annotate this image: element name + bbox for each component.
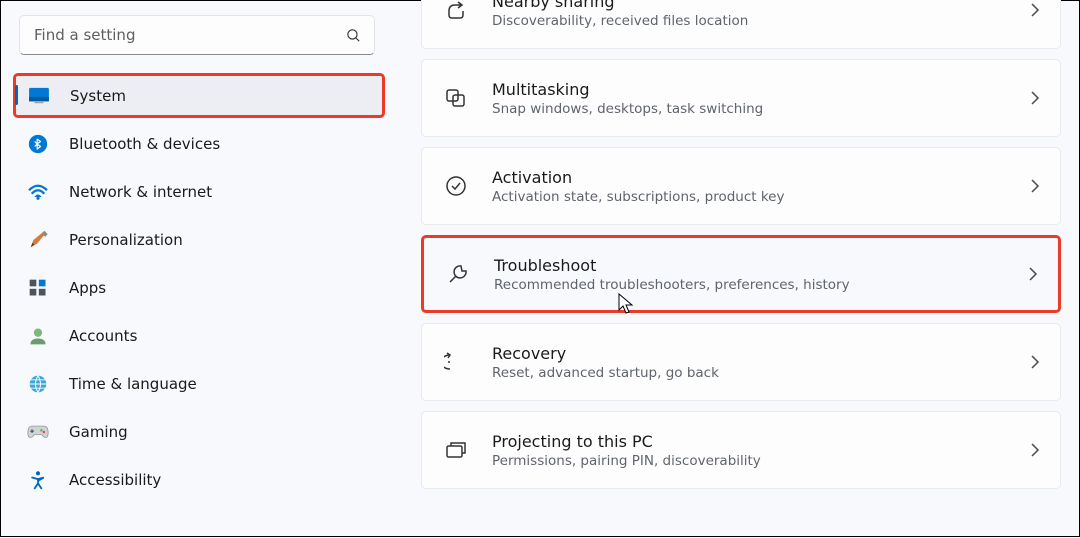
projecting-icon — [444, 438, 468, 462]
card-troubleshoot[interactable]: Troubleshoot Recommended troubleshooters… — [421, 235, 1061, 313]
card-projecting[interactable]: Projecting to this PC Permissions, pairi… — [421, 411, 1061, 489]
bluetooth-icon — [27, 133, 49, 155]
card-desc: Discoverability, received files location — [492, 13, 1006, 29]
card-title: Activation — [492, 168, 1006, 187]
card-texts: Nearby sharing Discoverability, received… — [492, 0, 1006, 29]
nav-label: System — [70, 87, 126, 105]
card-desc: Reset, advanced startup, go back — [492, 365, 1006, 381]
accessibility-icon — [27, 469, 49, 491]
network-icon — [27, 181, 49, 203]
share-icon — [444, 0, 468, 22]
search-input[interactable] — [34, 26, 345, 44]
apps-icon — [27, 277, 49, 299]
chevron-right-icon — [1030, 2, 1040, 18]
card-desc: Snap windows, desktops, task switching — [492, 101, 1006, 117]
card-desc: Activation state, subscriptions, product… — [492, 189, 1006, 205]
nav-label: Bluetooth & devices — [69, 135, 220, 153]
card-desc: Recommended troubleshooters, preferences… — [494, 277, 1004, 293]
sidebar: System Bluetooth & devices Network & int… — [1, 1, 393, 538]
card-title: Nearby sharing — [492, 0, 1006, 11]
nav-item-gaming[interactable]: Gaming — [15, 409, 383, 454]
chevron-right-icon — [1030, 442, 1040, 458]
search-box[interactable] — [19, 15, 375, 55]
chevron-right-icon — [1028, 266, 1038, 282]
nav-item-personalization[interactable]: Personalization — [15, 217, 383, 262]
nav-item-accounts[interactable]: Accounts — [15, 313, 383, 358]
card-title: Multitasking — [492, 80, 1006, 99]
accounts-icon — [27, 325, 49, 347]
multitasking-icon — [444, 86, 468, 110]
chevron-right-icon — [1030, 178, 1040, 194]
nav-label: Accounts — [69, 327, 137, 345]
nav-label: Apps — [69, 279, 106, 297]
card-multitasking[interactable]: Multitasking Snap windows, desktops, tas… — [421, 59, 1061, 137]
nav-label: Personalization — [69, 231, 183, 249]
nav-label: Accessibility — [69, 471, 161, 489]
nav-item-time-language[interactable]: Time & language — [15, 361, 383, 406]
card-title: Recovery — [492, 344, 1006, 363]
card-texts: Multitasking Snap windows, desktops, tas… — [492, 80, 1006, 117]
card-texts: Projecting to this PC Permissions, pairi… — [492, 432, 1006, 469]
recovery-icon — [444, 350, 468, 374]
card-texts: Recovery Reset, advanced startup, go bac… — [492, 344, 1006, 381]
card-nearby-sharing[interactable]: Nearby sharing Discoverability, received… — [421, 0, 1061, 49]
nav-item-network[interactable]: Network & internet — [15, 169, 383, 214]
card-activation[interactable]: Activation Activation state, subscriptio… — [421, 147, 1061, 225]
nav-label: Network & internet — [69, 183, 212, 201]
card-texts: Activation Activation state, subscriptio… — [492, 168, 1006, 205]
troubleshoot-icon — [446, 262, 470, 286]
card-title: Troubleshoot — [494, 256, 1004, 275]
settings-main: Nearby sharing Discoverability, received… — [421, 1, 1079, 538]
activation-icon — [444, 174, 468, 198]
nav-item-apps[interactable]: Apps — [15, 265, 383, 310]
nav-item-accessibility[interactable]: Accessibility — [15, 457, 383, 502]
nav-item-bluetooth[interactable]: Bluetooth & devices — [15, 121, 383, 166]
chevron-right-icon — [1030, 354, 1040, 370]
card-texts: Troubleshoot Recommended troubleshooters… — [494, 256, 1004, 293]
nav-label: Time & language — [69, 375, 197, 393]
card-recovery[interactable]: Recovery Reset, advanced startup, go bac… — [421, 323, 1061, 401]
card-title: Projecting to this PC — [492, 432, 1006, 451]
chevron-right-icon — [1030, 90, 1040, 106]
nav-label: Gaming — [69, 423, 128, 441]
card-desc: Permissions, pairing PIN, discoverabilit… — [492, 453, 1006, 469]
time-language-icon — [27, 373, 49, 395]
search-icon — [345, 27, 362, 44]
personalization-icon — [27, 229, 49, 251]
nav-item-system[interactable]: System — [13, 73, 385, 118]
system-icon — [28, 85, 50, 107]
gaming-icon — [27, 421, 49, 443]
